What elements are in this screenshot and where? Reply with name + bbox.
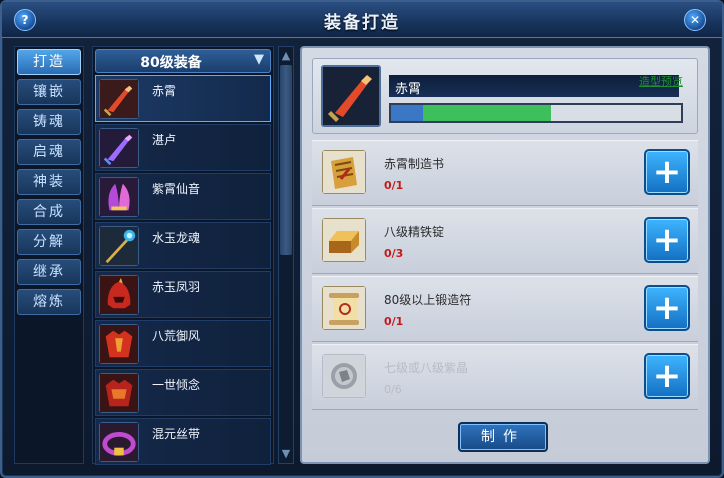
item-name: 水玉龙魂 [152, 231, 201, 245]
list-scrollbar[interactable]: ▲ ▼ [278, 46, 294, 464]
item-name: 八荒御风 [152, 329, 201, 343]
tab-combine[interactable]: 合成 [17, 199, 81, 225]
material-row: 80级以上锻造符 0/1 + [312, 276, 698, 342]
tab-awaken-soul[interactable]: 启魂 [17, 139, 81, 165]
list-item[interactable]: 八荒御风 [95, 320, 271, 367]
list-item[interactable]: 湛卢 [95, 124, 271, 171]
list-item[interactable]: 赤玉凤羽 [95, 271, 271, 318]
plus-icon: + [652, 288, 682, 328]
tab-divine-gear[interactable]: 神装 [17, 169, 81, 195]
list-item[interactable]: 混元丝带 [95, 418, 271, 465]
close-button[interactable]: ✕ [684, 9, 706, 31]
tab-inherit[interactable]: 继承 [17, 259, 81, 285]
helmet-icon [99, 275, 139, 315]
belt-icon [99, 422, 139, 462]
tab-smelt[interactable]: 熔炼 [17, 289, 81, 315]
crafting-window: ? 装备打造 ✕ 打造 镶嵌 铸魂 启魂 神装 合成 分解 继承 熔炼 80级装… [0, 0, 724, 478]
sword-icon [99, 128, 139, 168]
plus-icon: + [652, 152, 682, 192]
progress-fill [391, 105, 551, 121]
tab-dismantle[interactable]: 分解 [17, 229, 81, 255]
ingot-icon [322, 218, 366, 262]
material-row: 七级或八级紫晶 0/6 + [312, 344, 698, 410]
add-material-button[interactable]: + [644, 285, 690, 331]
item-name: 紫霄仙音 [152, 182, 201, 196]
add-material-button[interactable]: + [644, 353, 690, 399]
item-name: 赤玉凤羽 [152, 280, 201, 294]
lyre-icon [99, 177, 139, 217]
material-count: 0/3 [384, 247, 404, 260]
sword-icon [99, 79, 139, 119]
tab-forge-soul[interactable]: 铸魂 [17, 109, 81, 135]
level-filter-dropdown[interactable]: 80级装备 ▼ [95, 49, 271, 73]
craft-detail-panel: 赤霄 造型预览 赤霄制造书 0/1 + 八级精铁锭 0/3 + 80级以上锻造符… [300, 46, 710, 464]
material-count: 0/6 [384, 383, 402, 396]
target-name-bar: 赤霄 [389, 75, 679, 97]
item-name: 一世倾念 [152, 378, 201, 392]
scroll-down-icon[interactable]: ▼ [280, 447, 292, 461]
material-name: 80级以上锻造符 [384, 293, 472, 307]
target-name: 赤霄 [395, 82, 422, 97]
equipment-list: 80级装备 ▼ 赤霄 湛卢 紫霄仙音 水玉龙魂 赤玉凤羽 八荒御风 一世倾念 混… [92, 46, 274, 465]
armor-icon [99, 373, 139, 413]
tab-inlay[interactable]: 镶嵌 [17, 79, 81, 105]
title-bar: ? 装备打造 ✕ [2, 2, 722, 38]
staff-icon [99, 226, 139, 266]
list-item[interactable]: 赤霄 [95, 75, 271, 122]
material-name: 七级或八级紫晶 [384, 361, 469, 375]
material-count: 0/1 [384, 179, 404, 192]
add-material-button[interactable]: + [644, 149, 690, 195]
list-item[interactable]: 水玉龙魂 [95, 222, 271, 269]
preview-link[interactable]: 造型预览 [639, 73, 683, 89]
chevron-down-icon: ▼ [254, 52, 264, 67]
tab-craft[interactable]: 打造 [17, 49, 81, 75]
scroll-up-icon[interactable]: ▲ [280, 49, 292, 63]
item-name: 湛卢 [152, 133, 177, 147]
material-row: 八级精铁锭 0/3 + [312, 208, 698, 274]
sword-icon [321, 65, 381, 127]
add-material-button[interactable]: + [644, 217, 690, 263]
item-name: 赤霄 [152, 84, 177, 98]
craft-progress-bar [389, 103, 683, 123]
scroll-thumb[interactable] [280, 65, 292, 255]
armor-icon [99, 324, 139, 364]
scroll-icon [322, 286, 366, 330]
level-filter-label: 80级装备 [140, 55, 202, 71]
material-name: 赤霄制造书 [384, 157, 445, 171]
material-row: 赤霄制造书 0/1 + [312, 140, 698, 206]
list-item[interactable]: 一世倾念 [95, 369, 271, 416]
plus-icon: + [652, 220, 682, 260]
crystal-icon [322, 354, 366, 398]
tab-column: 打造 镶嵌 铸魂 启魂 神装 合成 分解 继承 熔炼 [14, 46, 84, 464]
target-item-box: 赤霄 造型预览 [312, 58, 698, 134]
book-icon [322, 150, 366, 194]
material-name: 八级精铁锭 [384, 225, 445, 239]
make-button[interactable]: 制作 [458, 422, 548, 452]
window-title: 装备打造 [324, 13, 400, 33]
item-name: 混元丝带 [152, 427, 201, 441]
material-count: 0/1 [384, 315, 404, 328]
plus-icon: + [652, 356, 682, 396]
list-item[interactable]: 紫霄仙音 [95, 173, 271, 220]
